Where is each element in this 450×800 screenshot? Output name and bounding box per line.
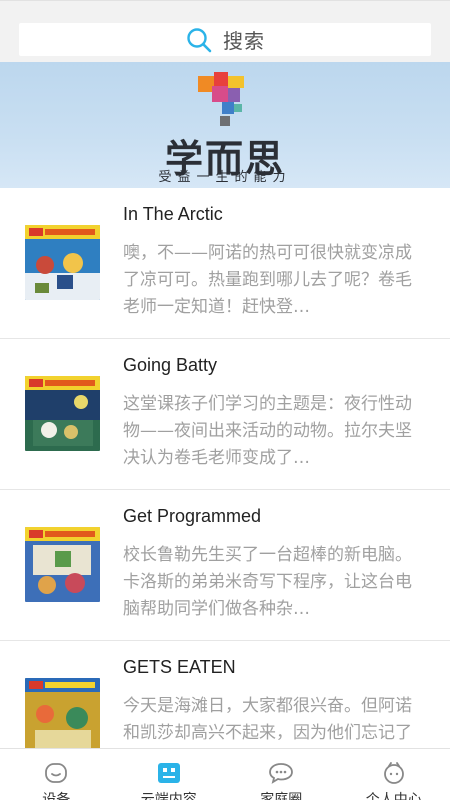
profile-icon	[383, 762, 404, 784]
book-cover-image	[25, 678, 100, 753]
search-placeholder: 搜索	[223, 29, 265, 53]
tab-label: 设备	[42, 792, 71, 800]
chat-icon	[269, 763, 294, 784]
tab-label: 个人中心	[365, 792, 422, 800]
list-item[interactable]: In The Arctic 噢，不——阿诺的热可可很快就变凉成了凉可可。热量跑到…	[0, 188, 450, 339]
content-list: In The Arctic 噢，不——阿诺的热可可很快就变凉成了凉可可。热量跑到…	[0, 188, 450, 792]
search-input[interactable]: 搜索	[19, 23, 431, 56]
tab-device[interactable]: 设备	[0, 749, 113, 800]
app-screen: 搜索 学而思 受益一生的能力 In The Arctic 噢，不——阿诺的热可可…	[0, 0, 450, 800]
device-icon	[45, 763, 68, 783]
item-title: In The Arctic	[123, 204, 223, 224]
item-description: 这堂课孩子们学习的主题是：夜行性动物——夜间出来活动的动物。拉尔夫坚决认为卷毛老…	[123, 394, 412, 468]
tab-label: 家庭圈	[260, 792, 303, 800]
item-title: Going Batty	[123, 355, 218, 375]
item-description: 校长鲁勒先生买了一台超棒的新电脑。卡洛斯的弟弟米奇写下程序，让这台电脑帮助同学们…	[123, 545, 412, 619]
promo-banner[interactable]: 学而思 受益一生的能力	[0, 62, 450, 188]
tab-profile[interactable]: 个人中心	[338, 749, 450, 800]
book-cover-image	[25, 527, 100, 602]
book-cover-image	[25, 376, 100, 451]
search-bar-container: 搜索	[0, 0, 450, 62]
brand-logo-icon	[198, 72, 244, 126]
search-icon	[187, 27, 212, 52]
list-item[interactable]: Going Batty 这堂课孩子们学习的主题是：夜行性动物——夜间出来活动的动…	[0, 339, 450, 490]
list-item[interactable]: Get Programmed 校长鲁勒先生买了一台超棒的新电脑。卡洛斯的弟弟米奇…	[0, 490, 450, 641]
cloud-content-icon	[157, 763, 180, 783]
bottom-tab-bar: 设备 云端内容 家庭圈 个人中心	[0, 748, 450, 800]
tab-label: 云端内容	[140, 792, 197, 800]
item-title: GETS EATEN	[123, 657, 236, 677]
book-cover-image	[25, 225, 100, 300]
tab-cloud-content[interactable]: 云端内容	[113, 749, 226, 800]
tab-family-circle[interactable]: 家庭圈	[225, 749, 338, 800]
brand-slogan: 受益一生的能力	[158, 170, 292, 185]
item-title: Get Programmed	[123, 506, 262, 526]
item-description: 噢，不——阿诺的热可可很快就变凉成了凉可可。热量跑到哪儿去了呢？卷毛老师一定知道…	[123, 243, 412, 317]
